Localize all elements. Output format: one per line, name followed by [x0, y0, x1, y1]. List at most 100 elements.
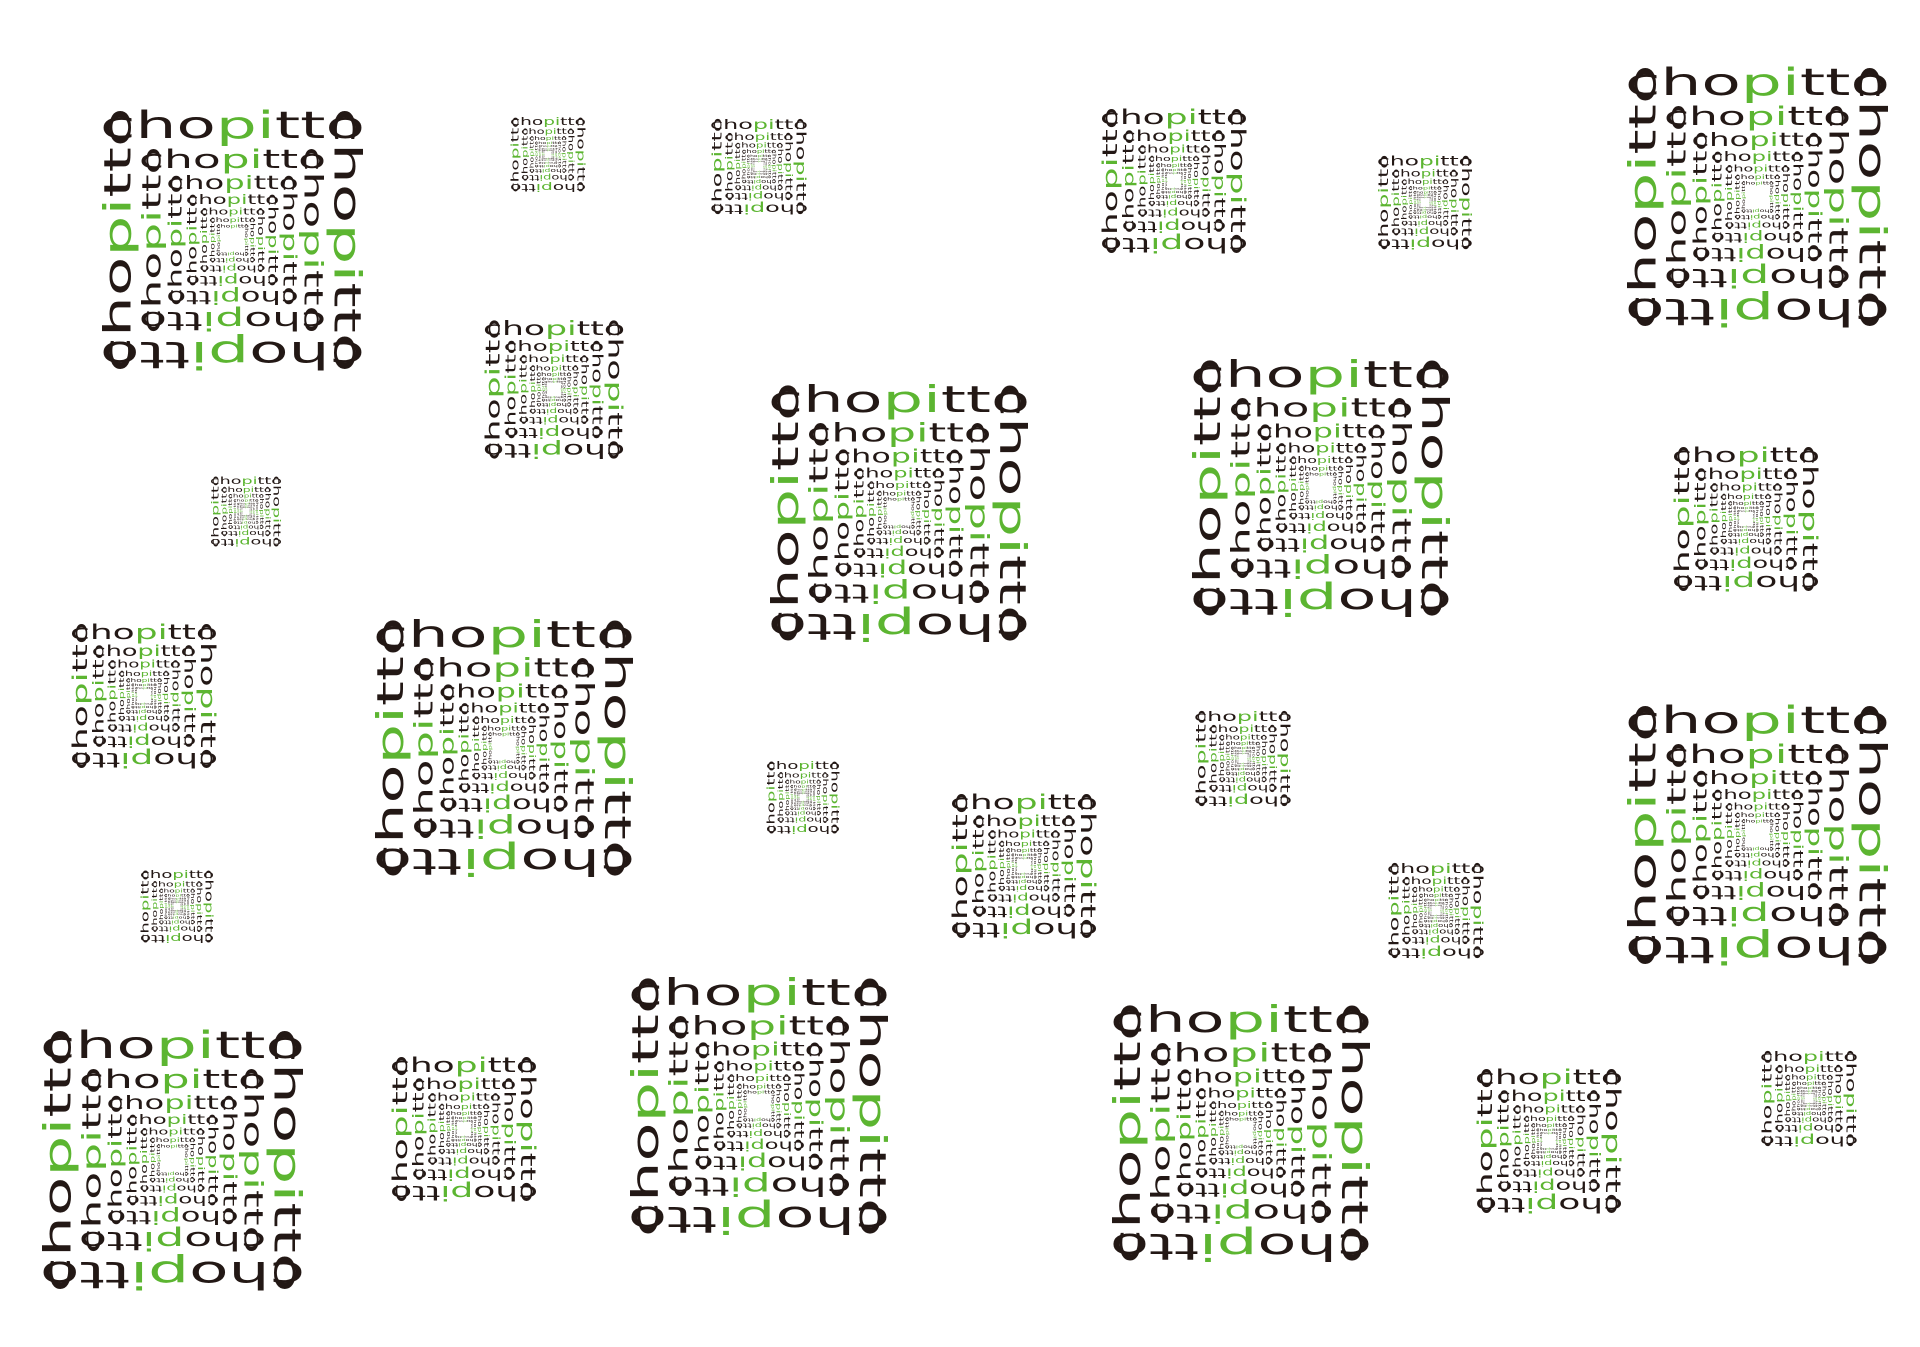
- chopitto-word: chopitto: [388, 1055, 412, 1203]
- chopitto-logo: chopittochopittochopittochopittochopitto…: [1621, 699, 1893, 971]
- chopitto-word: chopitto: [624, 975, 667, 1237]
- chopitto-word: chopitto: [457, 702, 472, 794]
- chopitto-word: chopitto: [1759, 1050, 1775, 1148]
- chopitto-logo: chopittochopittochopittochopittochopitto…: [68, 620, 220, 772]
- chopitto-word: chopitto: [438, 683, 459, 814]
- chopitto-word: chopitto: [709, 118, 725, 216]
- chopitto-word: chopitto: [96, 108, 139, 373]
- chopitto-logo: chopittochopittochopittochopittochopitto…: [1106, 998, 1376, 1268]
- chopitto-word: chopitto: [1110, 1225, 1372, 1268]
- chopitto-word: chopitto: [1121, 129, 1138, 234]
- chopitto-word: chopitto: [100, 333, 365, 376]
- chopitto-word: chopitto: [1418, 197, 1421, 209]
- chopitto-word: chopitto: [70, 748, 218, 772]
- chopitto-logo: chopittochopittochopittochopittochopitto…: [1386, 861, 1485, 960]
- chopitto-word: chopitto: [1522, 1114, 1531, 1167]
- chopitto-word: chopitto: [1741, 818, 1747, 851]
- chopitto-word: chopitto: [997, 839, 1006, 892]
- chopitto-word: chopitto: [1625, 928, 1890, 971]
- chopitto-logo: chopittochopittochopittochopittochopitto…: [1098, 105, 1250, 257]
- chopitto-word: chopitto: [1147, 154, 1156, 207]
- chopitto-word: chopitto: [1225, 1116, 1231, 1149]
- chopitto-word: chopitto: [883, 496, 889, 529]
- chopitto-word: chopitto: [1236, 752, 1239, 764]
- chopitto-word: chopitto: [390, 1181, 538, 1205]
- chopitto-word: chopitto: [1496, 1089, 1513, 1194]
- chopitto-word: chopitto: [1475, 1193, 1623, 1217]
- chopitto-logo: chopittochopittochopittochopittochopitto…: [1759, 1049, 1858, 1148]
- chopitto-word: chopitto: [1741, 180, 1747, 213]
- chopitto-word: chopitto: [1147, 1041, 1177, 1226]
- chopitto-word: chopitto: [833, 448, 854, 579]
- chopitto-logo: chopittochopittochopittochopittochopitto…: [709, 117, 808, 216]
- chopitto-word: chopitto: [743, 1089, 749, 1122]
- chopitto-logo: chopittochopittochopittochopittochopitto…: [210, 476, 282, 548]
- chopitto-word: chopitto: [950, 918, 1098, 942]
- chopitto-word: chopitto: [1691, 769, 1712, 901]
- chopitto-word: chopitto: [1100, 233, 1248, 257]
- chopitto-word: chopitto: [503, 339, 519, 439]
- chopitto-word: chopitto: [852, 467, 867, 559]
- chopitto-word: chopitto: [488, 731, 494, 764]
- chopitto-word: chopitto: [1190, 580, 1452, 623]
- chopitto-logo: chopittochopittochopittochopittochopitto…: [624, 971, 894, 1241]
- chopitto-word: chopitto: [1736, 509, 1740, 528]
- chopitto-logo: chopittochopittochopittochopittochopitto…: [139, 869, 214, 944]
- chopitto-word: chopitto: [1098, 107, 1122, 255]
- chopitto-logo: chopittochopittochopittochopittochopitto…: [1621, 61, 1893, 333]
- chopitto-logo: chopittochopittochopittochopittochopitto…: [509, 115, 588, 194]
- chopitto-logo: chopittochopittochopittochopittochopitto…: [369, 613, 639, 883]
- chopitto-word: chopitto: [1662, 103, 1692, 290]
- chopitto-logo: chopittochopittochopittochopittochopitto…: [1377, 154, 1473, 250]
- chopitto-word: chopitto: [373, 840, 635, 883]
- chopitto-word: chopitto: [1193, 710, 1209, 808]
- chopitto-logo: chopittochopittochopittochopittochopitto…: [1186, 353, 1456, 623]
- chopitto-word: chopitto: [1429, 904, 1432, 916]
- chopitto-word: chopitto: [1164, 171, 1168, 190]
- chopitto-word: chopitto: [150, 879, 159, 932]
- chopitto-logo: chopittochopittochopittochopittochopitto…: [96, 104, 368, 376]
- chopitto-word: chopitto: [166, 174, 187, 306]
- chopitto-word: chopitto: [665, 1014, 695, 1199]
- chopitto-word: chopitto: [520, 127, 529, 181]
- chopitto-word: chopitto: [948, 792, 972, 940]
- chopitto-word: chopitto: [117, 669, 126, 722]
- chopitto-word: chopitto: [134, 686, 138, 705]
- chopitto-word: chopitto: [91, 644, 108, 749]
- chopitto-word: chopitto: [1274, 442, 1289, 534]
- chopitto-logo: chopittochopittochopittochopittochopitto…: [1473, 1065, 1625, 1217]
- chopitto-word: chopitto: [1802, 1092, 1805, 1104]
- chopitto-word: chopitto: [1693, 467, 1710, 572]
- chopitto-word: chopitto: [796, 791, 799, 804]
- chopitto-word: chopitto: [369, 617, 412, 879]
- chopitto-word: chopitto: [768, 605, 1030, 648]
- chopitto-word: chopitto: [216, 223, 222, 256]
- chopitto-word: chopitto: [1227, 396, 1257, 581]
- chopitto-word: chopitto: [1305, 471, 1311, 504]
- chopitto-word: chopitto: [481, 318, 504, 460]
- chopitto-word: chopitto: [454, 1119, 458, 1138]
- chopitto-word: chopitto: [219, 486, 228, 537]
- chopitto-word: chopitto: [805, 421, 835, 606]
- chopitto-logo: chopittochopittochopittochopittochopitto…: [1193, 709, 1292, 808]
- chopitto-word: chopitto: [712, 1060, 727, 1152]
- chopitto-word: chopitto: [40, 1253, 305, 1296]
- chopitto-logo: chopittochopittochopittochopittochopitto…: [36, 1024, 308, 1296]
- chopitto-word: chopitto: [776, 770, 785, 823]
- chopitto-word: chopitto: [170, 900, 173, 913]
- chopitto-logo: chopittochopittochopittochopittochopitto…: [388, 1053, 540, 1205]
- chopitto-word: chopitto: [1255, 423, 1276, 554]
- chopitto-word: chopitto: [1377, 154, 1392, 250]
- chopitto-word: chopitto: [1186, 357, 1229, 619]
- chopitto-word: chopitto: [437, 1102, 446, 1155]
- chopitto-logo: chopittochopittochopittochopittochopitto…: [765, 760, 840, 835]
- chopitto-word: chopitto: [411, 1077, 428, 1182]
- chopitto-word: chopitto: [544, 380, 548, 398]
- chopitto-logo: chopittochopittochopittochopittochopitto…: [764, 378, 1034, 648]
- chopitto-logo: chopittochopittochopittochopittochopitto…: [948, 790, 1100, 942]
- chopitto-word: chopitto: [410, 656, 440, 841]
- chopitto-word: chopitto: [137, 146, 167, 333]
- chopitto-word: chopitto: [693, 1041, 714, 1172]
- chopitto-word: chopitto: [1621, 703, 1664, 968]
- chopitto-word: chopitto: [1621, 65, 1664, 330]
